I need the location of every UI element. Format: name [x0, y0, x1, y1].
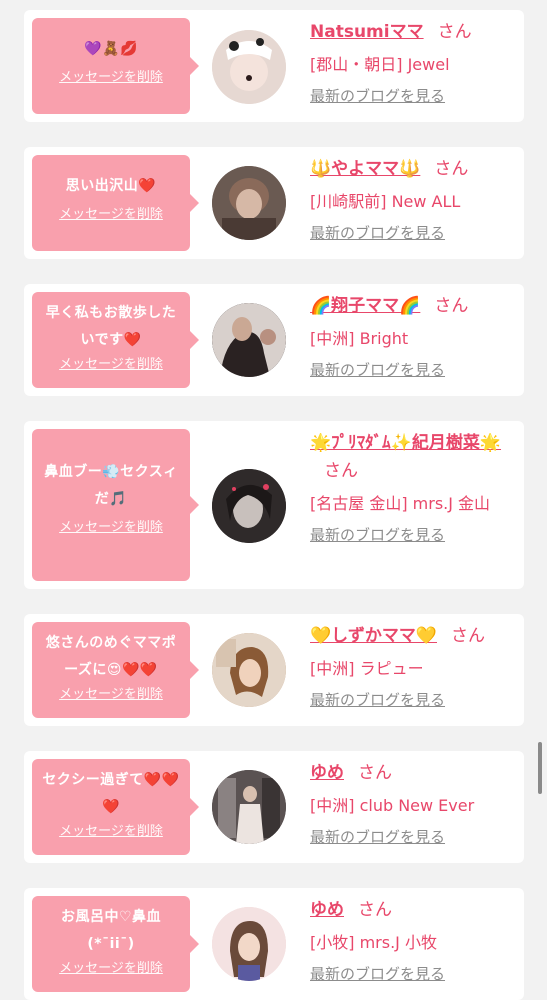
sender-info: 🔱やよママ🔱 さん [川崎駅前] New ALL 最新のブログを見る — [310, 155, 520, 243]
message-bubble: 悠さんのめぐママポーズに😍❤️❤️ メッセージを削除 — [32, 622, 199, 718]
honorific: さん — [358, 900, 392, 920]
shop-label: [中洲] club New Ever — [310, 796, 475, 815]
latest-blog-link[interactable]: 最新のブログを見る — [310, 525, 445, 545]
sender-name-link[interactable]: 🔱やよママ🔱 — [310, 159, 420, 179]
avatar[interactable] — [212, 770, 286, 844]
honorific: さん — [434, 159, 469, 179]
scrollbar[interactable] — [538, 742, 542, 794]
message-bubble: 早く私もお散歩したいです❤️ メッセージを削除 — [32, 292, 199, 388]
honorific: さん — [358, 763, 392, 783]
message-card: お風呂中♡鼻血(*¯ii¯) メッセージを削除 ゆめ さん [小牧] mrs.J … — [24, 888, 524, 1000]
message-bubble: 思い出沢山❤️ メッセージを削除 — [32, 155, 199, 251]
latest-blog-link[interactable]: 最新のブログを見る — [310, 86, 445, 106]
sender-info: 🌟ﾌﾟﾘﾏﾀﾞﾑ✨紀月樹菜🌟 さん [名古屋 金山] mrs.J 金山 最新のブロ… — [310, 429, 520, 545]
sender-name-link[interactable]: 🌟ﾌﾟﾘﾏﾀﾞﾑ✨紀月樹菜🌟 — [310, 433, 501, 453]
message-card: 鼻血ブー💨セクスィだ🎵 メッセージを削除 🌟ﾌﾟﾘﾏﾀﾞﾑ✨紀月樹菜🌟 さん [名… — [24, 421, 524, 589]
latest-blog-link[interactable]: 最新のブログを見る — [310, 827, 445, 847]
message-card: 思い出沢山❤️ メッセージを削除 🔱やよママ🔱 さん [川崎駅前] New ALL… — [24, 147, 524, 259]
shop-label: [小牧] mrs.J 小牧 — [310, 933, 437, 952]
message-card: セクシー過ぎて❤️❤️❤️ メッセージを削除 ゆめ さん [中洲] club Ne… — [24, 751, 524, 863]
latest-blog-link[interactable]: 最新のブログを見る — [310, 964, 445, 984]
latest-blog-link[interactable]: 最新のブログを見る — [310, 690, 445, 710]
avatar[interactable] — [212, 907, 286, 981]
honorific: さん — [451, 626, 485, 646]
honorific: さん — [324, 461, 358, 481]
sender-info: ゆめ さん [小牧] mrs.J 小牧 最新のブログを見る — [310, 896, 520, 984]
avatar[interactable] — [212, 469, 286, 543]
message-bubble: セクシー過ぎて❤️❤️❤️ メッセージを削除 — [32, 759, 199, 855]
sender-name-link[interactable]: Natsumiママ — [310, 22, 424, 42]
delete-message-link[interactable]: メッセージを削除 — [32, 823, 190, 841]
sender-name-link[interactable]: ゆめ — [310, 763, 344, 783]
message-bubble: 💜🧸💋 メッセージを削除 — [32, 18, 199, 114]
latest-blog-link[interactable]: 最新のブログを見る — [310, 360, 445, 380]
sender-name-link[interactable]: 💛しずかママ💛 — [310, 626, 437, 646]
delete-message-link[interactable]: メッセージを削除 — [32, 356, 190, 374]
latest-blog-link[interactable]: 最新のブログを見る — [310, 223, 445, 243]
delete-message-link[interactable]: メッセージを削除 — [32, 686, 190, 704]
honorific: さん — [437, 22, 472, 42]
delete-message-link[interactable]: メッセージを削除 — [32, 69, 190, 87]
message-text: セクシー過ぎて❤️❤️❤️ — [42, 772, 180, 815]
shop-label: [中洲] Bright — [310, 329, 409, 348]
sender-info: ゆめ さん [中洲] club New Ever 最新のブログを見る — [310, 759, 520, 847]
avatar[interactable] — [212, 303, 286, 377]
message-bubble: 鼻血ブー💨セクスィだ🎵 メッセージを削除 — [32, 429, 199, 581]
message-text: 思い出沢山❤️ — [65, 178, 157, 194]
sender-info: 🌈翔子ママ🌈 さん [中洲] Bright 最新のブログを見る — [310, 292, 520, 380]
message-text: 早く私もお散歩したいです❤️ — [45, 305, 177, 348]
message-text: お風呂中♡鼻血(*¯ii¯) — [60, 909, 162, 952]
shop-label: [郡山・朝日] Jewel — [310, 55, 450, 74]
message-card: 早く私もお散歩したいです❤️ メッセージを削除 🌈翔子ママ🌈 さん [中洲] Br… — [24, 284, 524, 396]
sender-name-link[interactable]: 🌈翔子ママ🌈 — [310, 296, 420, 316]
shop-label: [川崎駅前] New ALL — [310, 192, 461, 211]
sender-info: Natsumiママ さん [郡山・朝日] Jewel 最新のブログを見る — [310, 18, 520, 106]
message-bubble: お風呂中♡鼻血(*¯ii¯) メッセージを削除 — [32, 896, 199, 992]
sender-info: 💛しずかママ💛 さん [中洲] ラピュー 最新のブログを見る — [310, 622, 520, 710]
avatar[interactable] — [212, 166, 286, 240]
message-card: 💜🧸💋 メッセージを削除 Natsumiママ さん [郡山・朝日] Jewel 最… — [24, 10, 524, 122]
shop-label: [中洲] ラピュー — [310, 659, 424, 678]
sender-name-link[interactable]: ゆめ — [310, 900, 344, 920]
delete-message-link[interactable]: メッセージを削除 — [32, 519, 190, 537]
honorific: さん — [434, 296, 469, 316]
message-text: 悠さんのめぐママポーズに😍❤️❤️ — [45, 635, 177, 678]
message-text: 💜🧸💋 — [84, 41, 138, 57]
message-text: 鼻血ブー💨セクスィだ🎵 — [44, 464, 178, 507]
avatar[interactable] — [212, 633, 286, 707]
message-card: 悠さんのめぐママポーズに😍❤️❤️ メッセージを削除 💛しずかママ💛 さん [中洲… — [24, 614, 524, 726]
delete-message-link[interactable]: メッセージを削除 — [32, 960, 190, 978]
delete-message-link[interactable]: メッセージを削除 — [32, 206, 190, 224]
shop-label: [名古屋 金山] mrs.J 金山 — [310, 494, 491, 513]
avatar[interactable] — [212, 30, 286, 104]
